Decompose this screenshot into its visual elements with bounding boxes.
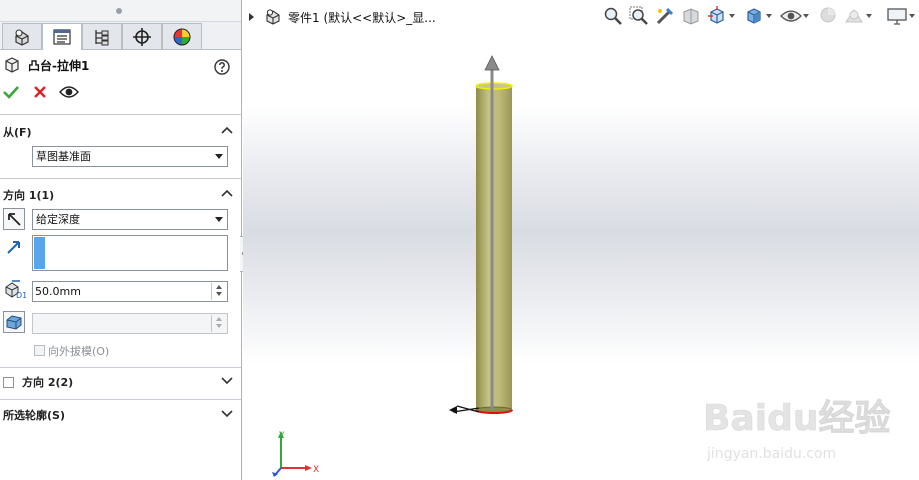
configuration-icon: [95, 29, 109, 45]
property-manager-tab[interactable]: [42, 23, 82, 50]
draft-icon: [6, 315, 22, 330]
feature-manager-tab[interactable]: [2, 23, 42, 49]
confirm-icon: [3, 85, 19, 99]
direction2-section-header[interactable]: 方向 2(2): [0, 370, 241, 394]
chevron-down-icon: [215, 154, 223, 159]
spin-up-icon[interactable]: [212, 283, 226, 291]
graphics-area[interactable]: 零件1 (默认<<默认>_显... Y X Baidu经验 jingyan.ba…: [243, 0, 919, 480]
chevron-up-icon: [221, 126, 233, 134]
start-condition-select[interactable]: 草图基准面: [32, 146, 228, 167]
reverse-direction-icon: [8, 213, 21, 226]
help-button[interactable]: [214, 59, 230, 78]
extrude-boss-icon: [5, 57, 19, 73]
direction1-section-title: 方向 1(1): [3, 189, 55, 202]
property-manager-icon: [53, 29, 71, 45]
feature-title: 凸台-拉伸1: [28, 58, 90, 73]
extruded-cylinder[interactable]: [475, 82, 513, 414]
spin-up-icon: [212, 315, 226, 323]
feature-tree-icon: [15, 28, 29, 46]
display-manager-tab[interactable]: [162, 23, 202, 49]
from-section-title: 从(F): [3, 126, 32, 139]
preview-button[interactable]: [59, 85, 79, 102]
chevron-up-icon: [221, 189, 233, 197]
feature-header: 凸台-拉伸1: [0, 50, 241, 80]
panel-grip[interactable]: [0, 0, 241, 22]
chevron-down-icon: [215, 217, 223, 222]
draft-angle-input[interactable]: [32, 313, 228, 334]
cancel-icon: [34, 85, 46, 98]
from-section-header[interactable]: 从(F): [0, 120, 241, 144]
end-condition-value: 给定深度: [36, 213, 80, 226]
end-condition-select[interactable]: 给定深度: [32, 209, 228, 230]
from-section: 从(F) 草图基准面: [0, 120, 241, 176]
chevron-down-icon: [221, 410, 233, 417]
start-condition-value: 草图基准面: [36, 150, 91, 163]
selected-contours-header[interactable]: 所选轮廓(S): [0, 403, 241, 427]
svg-text:D1: D1: [16, 291, 26, 299]
direction1-section: 方向 1(1) 给定深度 D1 50.0mm 向外拔模(O): [0, 183, 241, 361]
triad-y-label: Y: [278, 431, 285, 441]
cancel-button[interactable]: [33, 85, 47, 102]
sketch-plane-indicator: [449, 405, 480, 414]
action-buttons: [0, 80, 241, 106]
direction2-checkbox[interactable]: [3, 376, 14, 388]
watermark-brand: Baidu经验: [703, 398, 890, 439]
draft-toggle-button[interactable]: [3, 311, 25, 333]
direction-vector-icon: [7, 241, 20, 254]
depth-dimension-icon: D1: [5, 280, 26, 299]
spin-down-icon: [212, 323, 226, 331]
property-manager-panel: 凸台-拉伸1 从(F) 草图基准面 方向 1(1) 给定深度 D1 50.0mm…: [0, 0, 242, 480]
selected-contours-title: 所选轮廓(S): [3, 409, 65, 422]
draft-outward-checkbox[interactable]: [34, 345, 45, 356]
depth-input[interactable]: 50.0mm: [32, 281, 228, 302]
reference-triad: Y X: [272, 431, 319, 477]
direction1-section-header[interactable]: 方向 1(1): [0, 183, 241, 207]
manager-tabs: [0, 22, 241, 50]
direction2-section-title: 方向 2(2): [22, 376, 74, 389]
selected-contours-section: 所选轮廓(S): [0, 403, 241, 427]
baidu-watermark: Baidu经验 jingyan.baidu.com: [703, 398, 891, 462]
dimxpert-tab[interactable]: [122, 23, 162, 49]
ok-button[interactable]: [3, 85, 19, 102]
crosshair-icon: [133, 27, 151, 46]
direction-selection-box[interactable]: [32, 235, 228, 271]
watermark-url: jingyan.baidu.com: [706, 446, 836, 462]
triad-x-label: X: [313, 465, 319, 475]
eye-icon: [59, 85, 79, 98]
help-icon: [214, 59, 230, 75]
spin-down-icon[interactable]: [212, 291, 226, 299]
configuration-manager-tab[interactable]: [82, 23, 122, 49]
depth-value: 50.0mm: [35, 285, 81, 298]
appearance-icon: [173, 28, 191, 45]
reverse-direction-button[interactable]: [3, 208, 25, 230]
direction2-section: 方向 2(2): [0, 370, 241, 394]
draft-outward-label: 向外拔模(O): [48, 345, 110, 358]
chevron-down-icon: [221, 377, 233, 384]
